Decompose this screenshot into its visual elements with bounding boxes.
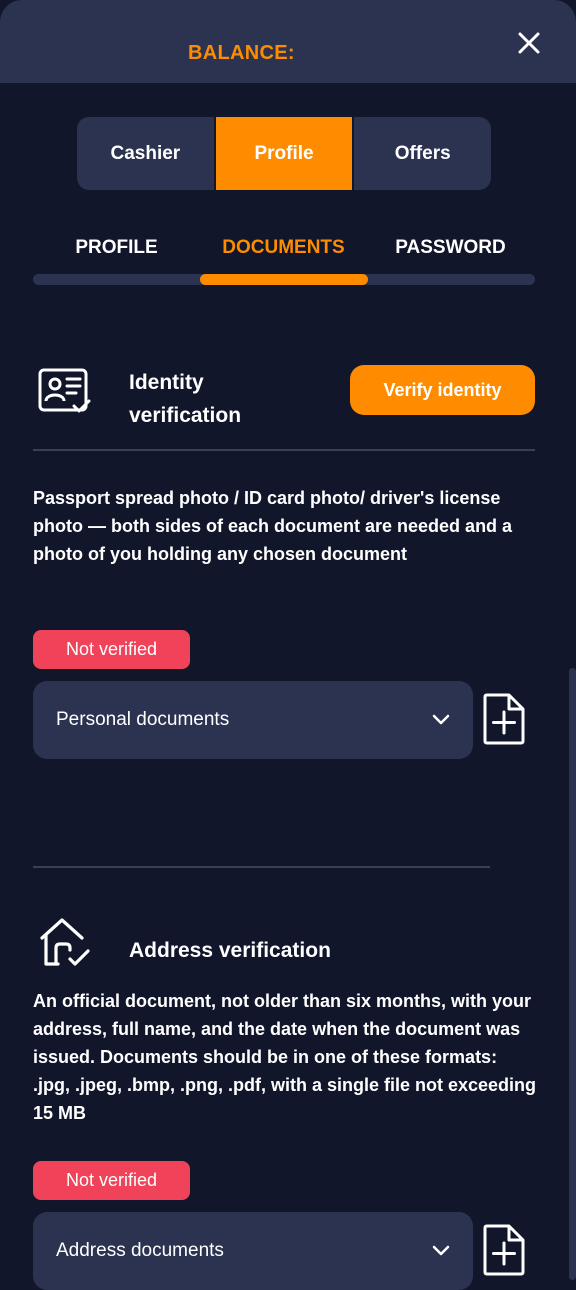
identity-title: Identity verification	[129, 366, 241, 432]
tab-profile[interactable]: PROFILE	[33, 232, 200, 264]
file-add-icon[interactable]	[482, 1224, 526, 1276]
identity-title-line2: verification	[129, 404, 242, 427]
divider	[33, 866, 490, 868]
chevron-down-icon	[432, 1245, 450, 1256]
section-switcher: Cashier Profile Offers	[77, 117, 491, 190]
house-check-icon	[40, 918, 90, 966]
tab-active-indicator	[200, 274, 368, 285]
identity-description: Passport spread photo / ID card photo/ d…	[33, 488, 513, 564]
address-documents-select[interactable]: Address documents	[33, 1212, 473, 1290]
chevron-down-icon	[432, 714, 450, 725]
id-card-check-icon	[38, 368, 91, 413]
personal-documents-select[interactable]: Personal documents	[33, 681, 473, 759]
address-title: Address verification	[129, 939, 331, 962]
scrollbar-thumb[interactable]	[569, 668, 576, 1280]
identity-title-line1: Identity	[129, 371, 204, 394]
divider	[33, 449, 535, 451]
verify-identity-button[interactable]: Verify identity	[350, 365, 535, 415]
select-value: Personal documents	[56, 709, 230, 730]
address-description: An official document, not older than six…	[33, 991, 537, 1123]
file-add-icon[interactable]	[482, 693, 526, 745]
status-badge: Not verified	[33, 1161, 190, 1200]
segment-cashier[interactable]: Cashier	[77, 117, 214, 190]
close-icon	[518, 32, 540, 54]
segment-offers[interactable]: Offers	[354, 117, 491, 190]
select-value: Address documents	[56, 1240, 224, 1261]
status-badge: Not verified	[33, 630, 190, 669]
tab-password[interactable]: PASSWORD	[367, 232, 534, 264]
balance-label: BALANCE:	[188, 42, 295, 64]
tab-documents[interactable]: DOCUMENTS	[200, 232, 367, 264]
segment-profile[interactable]: Profile	[213, 117, 355, 190]
profile-tabs: PROFILE DOCUMENTS PASSWORD	[33, 232, 535, 264]
close-button[interactable]	[512, 26, 546, 60]
